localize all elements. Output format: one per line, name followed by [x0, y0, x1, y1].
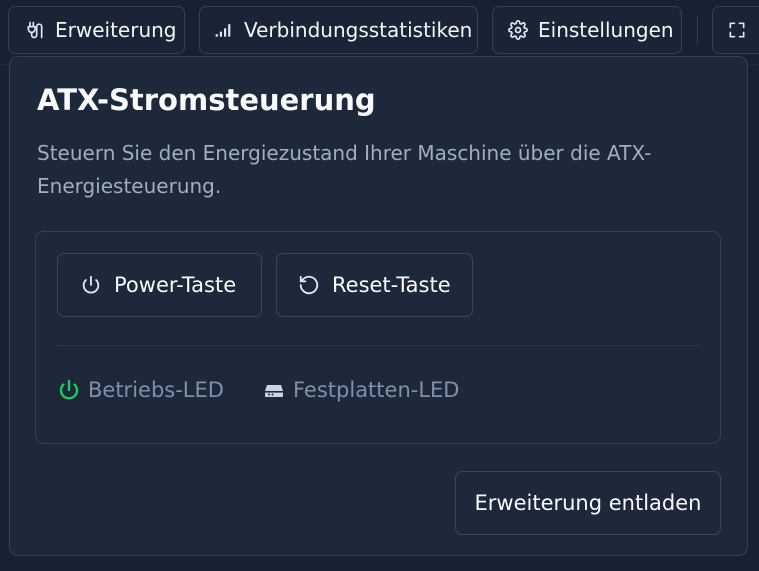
settings-button[interactable]: Einstellungen — [492, 6, 682, 54]
rotate-ccw-icon — [298, 274, 320, 296]
atx-power-popover: ATX-Stromsteuerung Steuern Sie den Energ… — [9, 56, 748, 556]
hard-drive-icon — [262, 378, 286, 402]
power-led-indicator: Betriebs-LED — [57, 378, 224, 402]
connection-stats-button[interactable]: Verbindungsstatistiken — [199, 6, 478, 54]
power-control-card: Power-Taste Reset-Taste Betriebs-LED Fes… — [35, 231, 721, 444]
fullscreen-icon — [727, 20, 747, 40]
extension-button[interactable]: Erweiterung — [8, 6, 185, 54]
reset-button-label: Reset-Taste — [332, 273, 451, 297]
plug-icon — [25, 20, 45, 40]
card-divider — [57, 345, 701, 346]
toolbar-separator — [697, 16, 698, 44]
fullscreen-button[interactable] — [712, 6, 759, 54]
extension-button-label: Erweiterung — [55, 18, 177, 42]
reset-button[interactable]: Reset-Taste — [276, 253, 473, 317]
app-root: Erweiterung Verbindungsstatistiken Einst… — [0, 0, 759, 571]
signal-bars-icon — [214, 20, 234, 40]
power-icon — [80, 274, 102, 296]
power-led-icon — [57, 378, 81, 402]
panel-description: Steuern Sie den Energiezustand Ihrer Mas… — [37, 141, 652, 198]
hdd-led-indicator: Festplatten-LED — [262, 378, 459, 402]
unload-extension-button[interactable]: Erweiterung entladen — [455, 471, 721, 535]
settings-button-label: Einstellungen — [538, 18, 674, 42]
power-led-label: Betriebs-LED — [88, 378, 224, 402]
gear-icon — [508, 20, 528, 40]
hdd-led-label: Festplatten-LED — [293, 378, 460, 402]
power-button[interactable]: Power-Taste — [57, 253, 262, 317]
power-button-label: Power-Taste — [114, 273, 237, 297]
connection-stats-button-label: Verbindungsstatistiken — [244, 18, 473, 42]
panel-title: ATX-Stromsteuerung — [37, 83, 376, 117]
